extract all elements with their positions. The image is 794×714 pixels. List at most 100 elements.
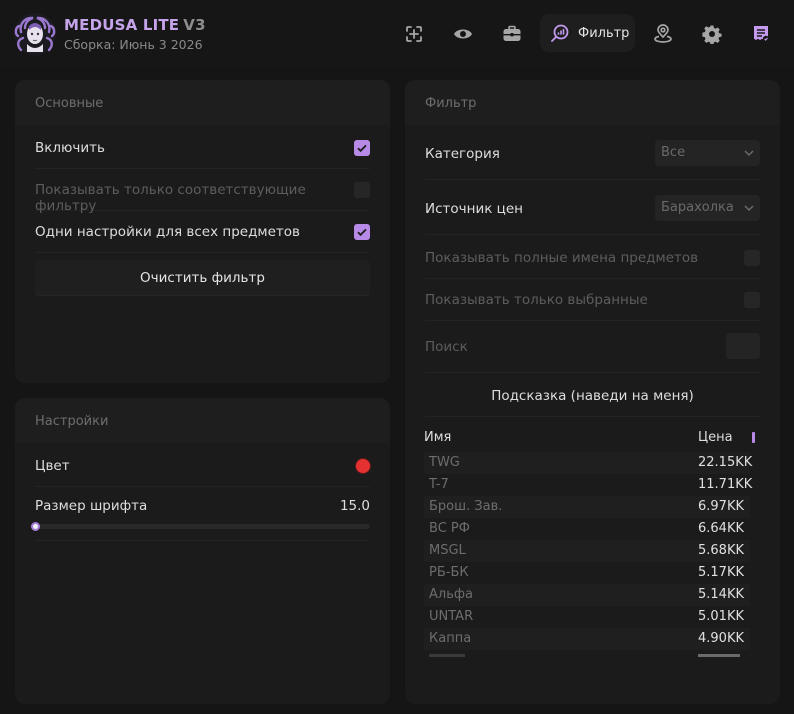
enable-checkbox[interactable] <box>354 140 370 156</box>
basic-panel-header: Основные <box>15 80 390 125</box>
nav-eye-button[interactable] <box>445 16 481 52</box>
app-version: V3 <box>183 16 206 34</box>
category-row: Категория Все <box>425 130 760 180</box>
item-name: TWG <box>429 455 460 470</box>
table-row[interactable]: Альфа 5.14KK <box>424 584 750 606</box>
chevron-down-icon <box>744 205 754 212</box>
settings-panel-title: Настройки <box>35 414 109 429</box>
full-names-row[interactable]: Показывать полные имена предметов <box>425 237 760 279</box>
same-settings-label: Одни настройки для всех предметов <box>35 224 301 240</box>
nav-briefcase-button[interactable] <box>494 16 530 52</box>
app-title: MEDUSA LITE V3 <box>64 16 206 34</box>
settings-panel: Настройки Цвет Размер шрифта 15.0 <box>15 398 390 704</box>
nav-receipt-button[interactable] <box>743 16 779 52</box>
gear-icon <box>702 25 722 44</box>
settings-panel-header: Настройки <box>15 398 390 443</box>
item-name: T-7 <box>429 477 449 492</box>
enable-label: Включить <box>35 140 105 156</box>
item-price: 5.14KK <box>698 587 744 602</box>
basic-panel: Основные Включить Показывать только соот… <box>15 80 390 383</box>
checkmark-icon <box>357 144 367 153</box>
price-source-select[interactable]: Барахолка <box>655 195 760 221</box>
column-header-name: Имя <box>424 430 452 445</box>
item-name: UNTAR <box>429 609 474 624</box>
full-names-label: Показывать полные имена предметов <box>425 250 699 266</box>
filter-panel-header: Фильтр <box>405 80 780 125</box>
only-selected-label: Показывать только выбранные <box>425 292 648 308</box>
table-row[interactable]: Каппа 4.90KK <box>424 628 750 650</box>
category-label: Категория <box>425 146 500 162</box>
font-size-slider-handle[interactable] <box>31 522 40 531</box>
item-name: Каппа <box>429 631 472 646</box>
hint-label: Подсказка (наведи на меня) <box>491 388 694 404</box>
only-selected-row[interactable]: Показывать только выбранные <box>425 279 760 321</box>
divider <box>35 540 370 541</box>
map-pin-icon <box>654 24 672 43</box>
same-settings-row[interactable]: Одни настройки для всех предметов <box>35 211 370 253</box>
only-matching-row[interactable]: Показывать только соответствующие фильтр… <box>35 169 370 214</box>
color-swatch[interactable] <box>356 459 370 473</box>
item-price: 5.17KK <box>698 565 744 580</box>
category-select[interactable]: Все <box>655 140 760 166</box>
price-source-label: Источник цен <box>425 201 523 217</box>
table-row[interactable]: Брош. Зав. 6.97KK <box>424 496 750 518</box>
table-scrollbar[interactable] <box>752 432 755 443</box>
only-matching-label: Показывать только соответствующие фильтр… <box>35 182 306 214</box>
app-name: MEDUSA LITE <box>64 16 180 34</box>
nav-settings-button[interactable] <box>694 16 730 52</box>
header-bar: MEDUSA LITE V3 Сборка: Июнь 3 2026 Фильт… <box>0 0 794 68</box>
item-price: 6.97KK <box>698 499 744 514</box>
chevron-down-icon <box>744 150 754 157</box>
checkmark-icon <box>357 228 367 237</box>
item-name: Альфа <box>429 587 473 602</box>
search-chart-icon <box>551 24 569 42</box>
receipt-icon <box>754 26 770 43</box>
filter-panel-title: Фильтр <box>425 96 477 111</box>
item-price: 11.71KK <box>698 477 753 492</box>
same-settings-checkbox[interactable] <box>354 224 370 240</box>
briefcase-icon <box>503 25 521 41</box>
item-name: РБ-БК <box>429 565 469 580</box>
price-source-value: Барахолка <box>661 200 734 215</box>
basic-panel-title: Основные <box>35 96 104 111</box>
full-names-checkbox[interactable] <box>744 250 760 266</box>
nav-map-button[interactable] <box>645 16 681 52</box>
table-row[interactable]: T-7 11.71KK <box>424 474 753 496</box>
crosshair-icon <box>406 26 422 42</box>
category-value: Все <box>661 145 686 160</box>
search-row: Поиск <box>425 323 760 373</box>
search-label: Поиск <box>425 339 468 355</box>
item-name: Брош. Зав. <box>429 499 503 514</box>
item-price: 4.90KK <box>698 631 744 646</box>
hint-row[interactable]: Подсказка (наведи на меня) <box>425 375 760 417</box>
item-name: BC РФ <box>429 521 470 536</box>
table-row-partial <box>424 652 750 662</box>
search-input[interactable] <box>726 333 760 359</box>
medusa-logo-icon <box>14 13 56 55</box>
table-row[interactable]: BC РФ 6.64KK <box>424 518 750 540</box>
only-matching-checkbox[interactable] <box>354 182 370 198</box>
price-source-row: Источник цен Барахолка <box>425 185 760 235</box>
tab-filter[interactable]: Фильтр <box>540 14 635 52</box>
table-row[interactable]: UNTAR 5.01KK <box>424 606 750 628</box>
only-selected-checkbox[interactable] <box>744 292 760 308</box>
item-name: MSGL <box>429 543 466 558</box>
tab-filter-label: Фильтр <box>578 25 630 41</box>
font-size-value: 15.0 <box>339 498 370 514</box>
nav-crosshair-button[interactable] <box>396 16 432 52</box>
font-size-slider[interactable] <box>31 522 370 531</box>
enable-row[interactable]: Включить <box>35 127 370 169</box>
color-row[interactable]: Цвет <box>35 445 370 487</box>
clear-filter-label: Очистить фильтр <box>140 270 265 286</box>
clear-filter-button[interactable]: Очистить фильтр <box>35 260 370 296</box>
app-window: MEDUSA LITE V3 Сборка: Июнь 3 2026 Фильт… <box>0 0 794 714</box>
column-header-price: Цена <box>698 430 733 445</box>
table-row[interactable]: TWG 22.15KK <box>424 452 752 474</box>
font-size-row: Размер шрифта 15.0 <box>35 486 370 528</box>
item-price: 6.64KK <box>698 521 744 536</box>
item-price: 5.68KK <box>698 543 744 558</box>
table-row[interactable]: MSGL 5.68KK <box>424 540 750 562</box>
color-label: Цвет <box>35 458 70 474</box>
table-row[interactable]: РБ-БК 5.17KK <box>424 562 750 584</box>
item-price: 5.01KK <box>698 609 744 624</box>
